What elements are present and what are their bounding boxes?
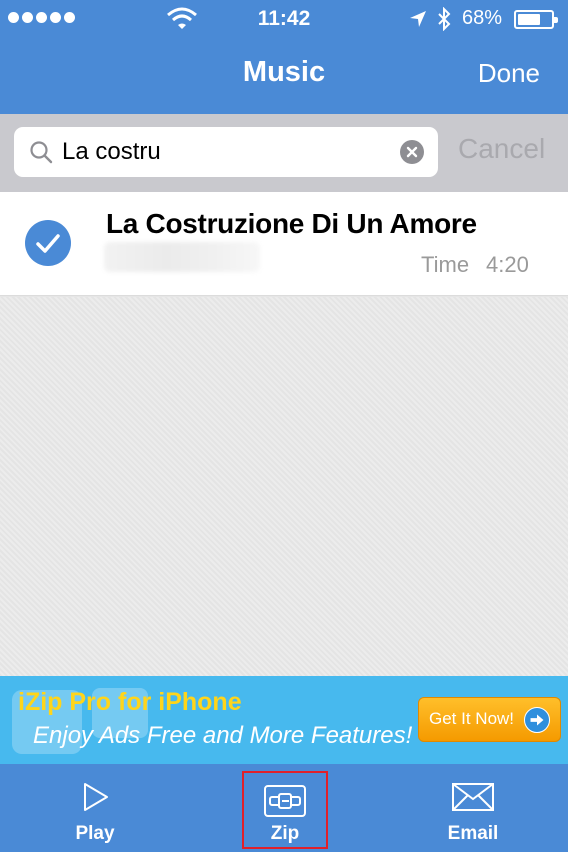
tab-play[interactable]: Play [40,764,150,852]
song-title: La Costruzione Di Un Amore [106,208,477,239]
bluetooth-icon [438,7,451,31]
list-item[interactable]: La Costruzione Di Un Amore Time 4:20 [0,192,568,296]
search-bar: Cancel [0,114,568,192]
clear-icon[interactable] [400,140,424,164]
tab-email[interactable]: Email [418,764,528,852]
done-button[interactable]: Done [478,58,540,89]
search-field[interactable] [14,127,438,177]
tab-play-label: Play [75,823,115,844]
tab-email-label: Email [447,823,499,844]
empty-list-area [0,297,568,676]
header: 11:42 68% Music Done [0,0,568,114]
battery-percent: 68% [462,7,503,29]
ad-title: iZip Pro for iPhone [18,688,242,716]
ad-subtitle: Enjoy Ads Free and More Features! [33,722,413,749]
tab-bar: Play Zip Email [0,764,568,852]
get-it-now-button[interactable]: Get It Now! [418,697,561,742]
search-input[interactable] [62,127,392,177]
tab-zip[interactable]: Zip [242,771,328,849]
artist-name-blurred [104,242,260,272]
status-bar: 11:42 68% [0,0,568,38]
checkmark-icon[interactable] [25,220,71,266]
location-arrow-icon [410,11,426,27]
envelope-icon [452,783,494,811]
arrow-right-icon [524,707,550,733]
song-duration: 4:20 [486,252,529,277]
ad-banner[interactable]: iZip Pro for iPhone Enjoy Ads Free and M… [0,676,568,764]
get-it-now-label: Get It Now! [429,709,515,728]
battery-icon [514,10,558,29]
tab-zip-label: Zip [270,823,300,844]
zip-icon [264,785,306,817]
time-label: Time [421,252,470,277]
play-icon [84,783,108,811]
search-icon [30,141,53,164]
cancel-button[interactable]: Cancel [458,133,545,165]
